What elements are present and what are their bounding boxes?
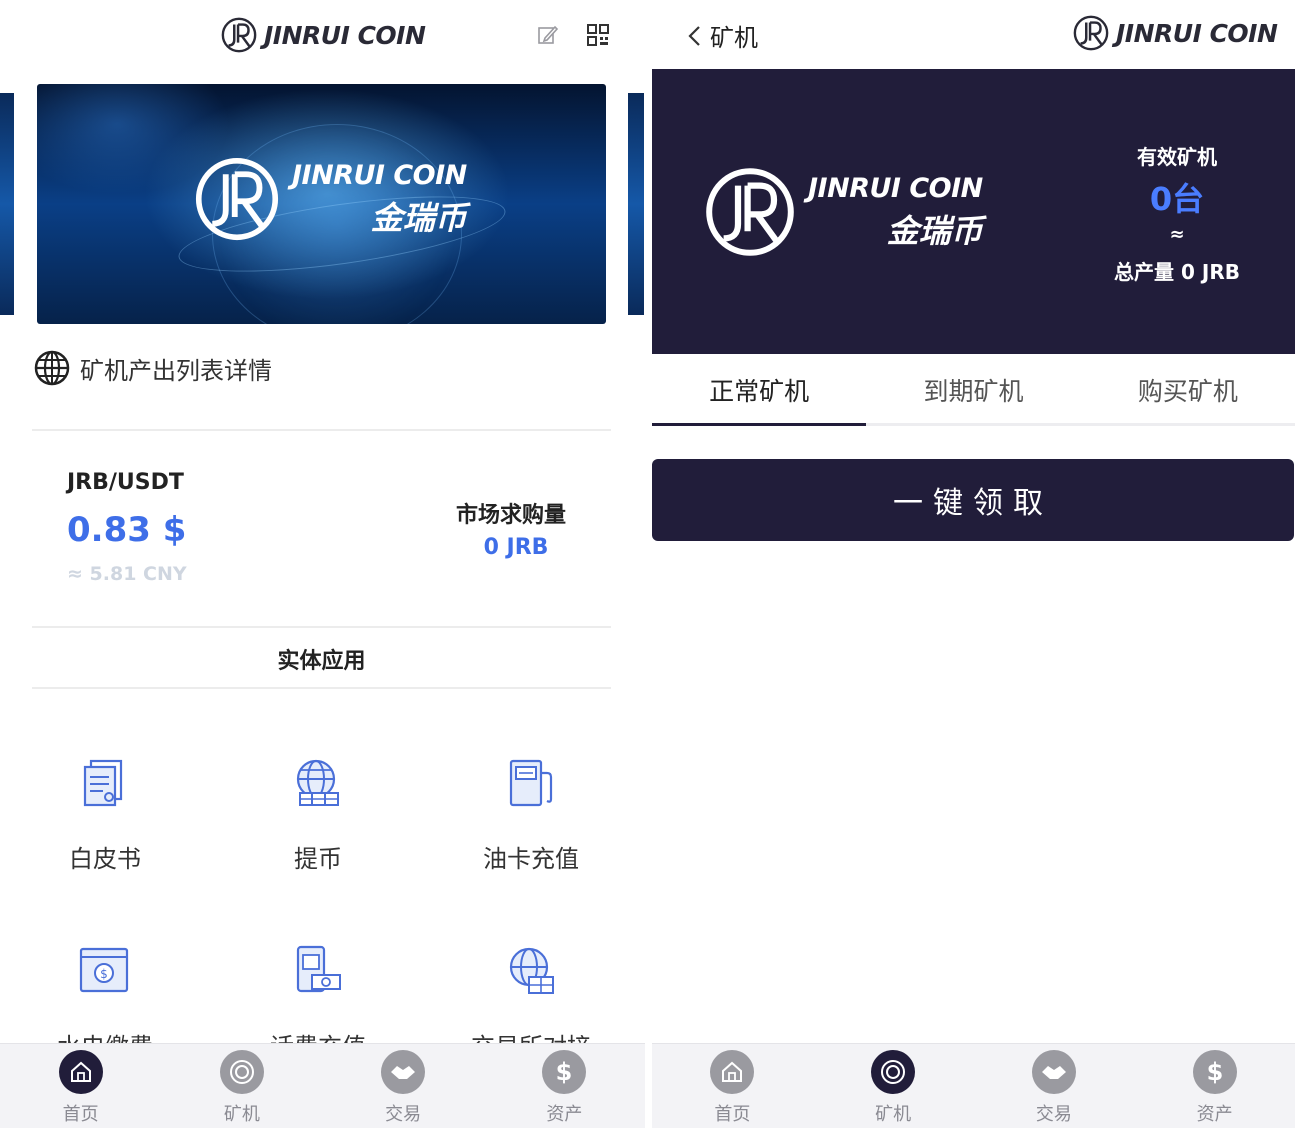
app-label: 油卡充值	[483, 845, 579, 873]
miner-summary-card: JINRUI COIN 金瑞币 有效矿机 0台 ≈ 总产量 0 JRB	[652, 69, 1295, 354]
qr-code-icon[interactable]	[585, 22, 611, 48]
total-output: 总产量 0 JRB	[1092, 256, 1262, 285]
nav-trade[interactable]: 交易	[323, 1044, 484, 1128]
jr-logo-icon	[195, 157, 279, 241]
dollar-icon: $	[1192, 1050, 1237, 1094]
jr-logo-icon	[1073, 15, 1109, 51]
nav-assets[interactable]: $ 资产	[1134, 1044, 1295, 1128]
globe-coins-icon	[296, 759, 339, 806]
demand-value: 0 JRB	[483, 535, 549, 560]
nav-label: 首页	[62, 1104, 99, 1125]
price-usd: 0.83 $	[67, 510, 187, 550]
globe-icon	[34, 350, 70, 386]
bill-coin-icon: $	[79, 947, 129, 993]
nav-label: 矿机	[875, 1104, 912, 1125]
exchange-globe-icon	[509, 947, 554, 994]
notice-text: 矿机产出列表详情	[80, 356, 272, 385]
valid-miners-count: 0台	[1149, 180, 1205, 218]
app-whitepaper[interactable]: 白皮书	[25, 755, 185, 874]
nav-assets[interactable]: $ 资产	[484, 1044, 645, 1128]
hero-logo: JINRUI COIN 金瑞币	[702, 164, 983, 260]
demand-label: 市场求购量	[456, 503, 567, 528]
banner-carousel[interactable]: JINRUI COIN 金瑞币	[37, 84, 606, 324]
jr-logo-icon	[221, 17, 257, 53]
bottom-nav: 首页 矿机 交易 $ 资产	[652, 1043, 1295, 1128]
approx-sign: ≈	[1169, 224, 1185, 245]
nav-label: 资产	[1196, 1104, 1233, 1125]
page-title: 矿机	[710, 24, 758, 52]
banner-logo: JINRUI COIN 金瑞币	[192, 154, 467, 244]
nav-miner[interactable]: 矿机	[813, 1044, 974, 1128]
svg-text:$: $	[556, 1058, 573, 1086]
total-output-unit: JRB	[1201, 260, 1240, 284]
edit-icon[interactable]	[535, 22, 561, 48]
miner-screen: 矿机 JINRUI COIN JINRUI COIN 金瑞币 有效矿机 0台 ≈…	[652, 0, 1295, 1128]
miner-icon	[219, 1050, 264, 1094]
nav-miner[interactable]: 矿机	[161, 1044, 322, 1128]
total-output-label: 总产量	[1114, 260, 1175, 284]
section-title: 实体应用	[277, 649, 366, 674]
claim-all-button[interactable]: 一键领取	[652, 459, 1294, 541]
nav-home[interactable]: 首页	[0, 1044, 161, 1128]
banner-brand-cn: 金瑞币	[370, 198, 467, 237]
document-icon	[83, 759, 123, 807]
banner-brand-en: JINRUI COIN	[292, 159, 467, 191]
total-output-value: 0	[1180, 260, 1195, 284]
handshake-icon	[1031, 1050, 1076, 1094]
svg-text:$: $	[1206, 1058, 1223, 1086]
nav-label: 交易	[385, 1104, 422, 1125]
nav-label: 首页	[714, 1104, 751, 1125]
home-icon	[710, 1050, 755, 1094]
home-screen: JINRUI COIN JINRUI COIN 金瑞币 矿机产出列表详情 JRB…	[0, 0, 645, 1128]
tab-buy-miners[interactable]: 购买矿机	[1081, 354, 1295, 423]
hero-brand-cn: 金瑞币	[886, 211, 983, 250]
back-button[interactable]: 矿机	[686, 18, 758, 53]
header-logo: JINRUI COIN	[220, 16, 426, 54]
logo-text: JINRUI COIN	[1116, 18, 1278, 48]
trading-pair: JRB/USDT	[67, 470, 184, 495]
app-fuel-card[interactable]: 油卡充值	[451, 755, 611, 874]
divider	[32, 687, 611, 689]
miner-tabs: 正常矿机 到期矿机 购买矿机	[652, 354, 1295, 426]
banner-prev-slide[interactable]	[0, 93, 14, 315]
nav-label: 资产	[546, 1104, 583, 1125]
nav-label: 矿机	[223, 1104, 260, 1125]
divider	[32, 429, 611, 431]
banner-next-slide[interactable]	[628, 93, 644, 315]
dollar-icon: $	[542, 1050, 587, 1094]
hero-brand-en: JINRUI COIN	[808, 172, 983, 204]
mining-output-link[interactable]: 矿机产出列表详情	[34, 350, 272, 386]
bottom-nav: 首页 矿机 交易 $ 资产	[0, 1043, 645, 1128]
miner-icon	[871, 1050, 916, 1094]
header-logo: JINRUI COIN	[1072, 14, 1278, 52]
chevron-left-icon	[688, 25, 700, 46]
app-withdraw[interactable]: 提币	[238, 755, 398, 874]
nav-trade[interactable]: 交易	[974, 1044, 1135, 1128]
handshake-icon	[381, 1050, 426, 1094]
nav-home[interactable]: 首页	[652, 1044, 813, 1128]
app-label: 提币	[294, 845, 342, 873]
tab-expired-miners[interactable]: 到期矿机	[866, 354, 1080, 423]
jr-logo-icon	[706, 168, 794, 256]
app-label: 白皮书	[69, 845, 141, 873]
phone-cash-icon	[296, 945, 341, 993]
tab-normal-miners[interactable]: 正常矿机	[652, 354, 867, 426]
nav-label: 交易	[1035, 1104, 1072, 1125]
valid-miners-label: 有效矿机	[1137, 145, 1217, 169]
fuel-pump-icon	[509, 759, 553, 807]
home-icon	[58, 1050, 103, 1094]
svg-text:$: $	[100, 967, 108, 981]
screen-gutter	[645, 0, 652, 1128]
divider	[32, 626, 611, 628]
logo-text: JINRUI COIN	[264, 20, 426, 50]
price-cny: ≈ 5.81 CNY	[67, 563, 187, 585]
